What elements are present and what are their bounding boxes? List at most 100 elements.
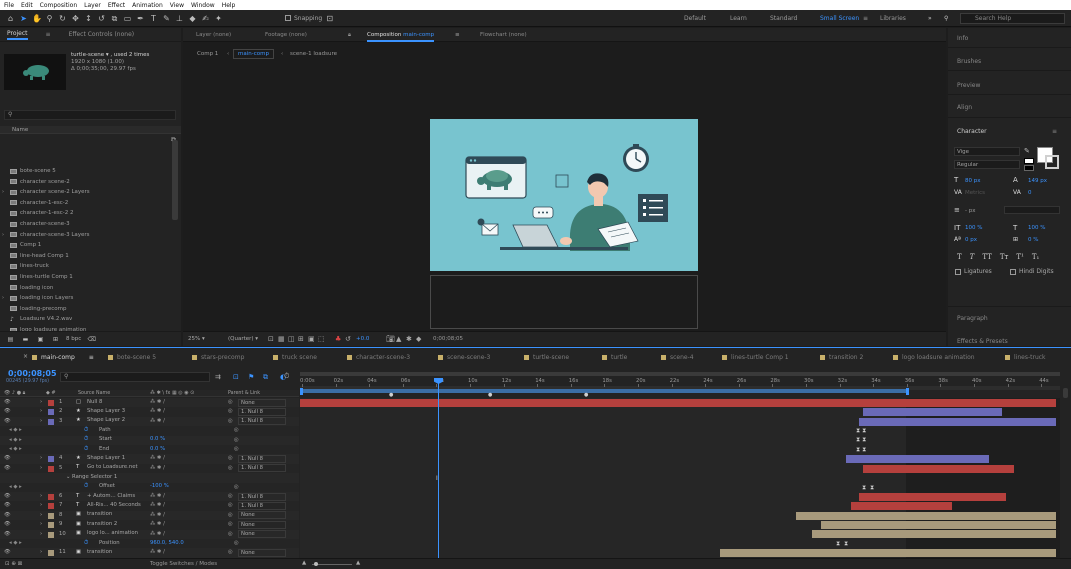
parent-select[interactable]: 1. Null 8 <box>238 464 286 473</box>
exposure-value[interactable]: +0.0 <box>356 336 369 342</box>
keyframe-nav-icon[interactable]: ◂ ◆ ▸ <box>9 427 22 433</box>
faux-bold-button[interactable]: T <box>957 253 962 261</box>
project-item[interactable]: lines-turtle Comp 1 <box>10 272 73 282</box>
leading-value[interactable]: 149 px <box>1028 178 1047 184</box>
twirl-arrow-icon[interactable]: › <box>40 549 42 555</box>
color-picker-icon[interactable]: ✱ <box>406 335 412 343</box>
layer-switches-icon[interactable]: ⁂ ✱ / <box>150 408 165 414</box>
pen-tool-icon[interactable]: ✒ <box>136 14 145 23</box>
show-snapshot-icon[interactable]: ▲ <box>396 335 401 343</box>
twirl-arrow-icon[interactable]: › <box>40 418 42 424</box>
layer-duration-bar[interactable] <box>859 492 1006 501</box>
twirl-arrow-icon[interactable]: › <box>40 502 42 508</box>
menu-help[interactable]: Help <box>222 2 236 9</box>
hindi-digits-option[interactable]: Hindi Digits <box>1010 268 1054 275</box>
layer-row[interactable]: 👁︎ › 4 ★ ⁂ ✱ / ◎ 1. Null 8 Shape Layer 1 <box>0 454 299 464</box>
mask-visibility-icon[interactable]: ◫ <box>288 335 295 343</box>
toggle-switches-modes[interactable]: Toggle Switches / Modes <box>150 561 217 567</box>
parent-select[interactable]: 1. Null 8 <box>238 454 286 463</box>
layer-duration-bar[interactable] <box>862 408 1003 417</box>
breadcrumb-main-comp[interactable]: main-comp <box>233 49 274 59</box>
search-icon[interactable]: ⚲ <box>944 10 948 27</box>
snapshot-icon[interactable]: 📷︎ <box>386 335 395 343</box>
layer-duration-bar[interactable] <box>820 521 1056 529</box>
resolution-select[interactable]: (Quarter) ▾ <box>228 336 258 342</box>
brush-tool-icon[interactable]: ✎ <box>162 14 171 23</box>
menu-effect[interactable]: Effect <box>108 2 125 9</box>
project-item[interactable]: › character-scene-3 Layers <box>2 230 90 240</box>
snapping-toggle[interactable]: Snapping ⊡ <box>285 14 334 23</box>
layer-switches-icon[interactable]: ⁂ ✱ / <box>150 502 165 508</box>
type-tool-icon[interactable]: T <box>149 14 158 23</box>
menu-view[interactable]: View <box>170 2 184 9</box>
visibility-eye-icon[interactable]: 👁︎ <box>4 549 11 555</box>
marker-icon[interactable]: ● <box>389 392 393 398</box>
label-color-swatch[interactable] <box>48 531 54 538</box>
layer-duration-bar[interactable] <box>720 549 1056 558</box>
camera-tool-icon[interactable]: ⧉ <box>110 14 119 23</box>
selection-tool-icon[interactable]: ➤ <box>19 14 28 23</box>
color-channels-icon[interactable]: ♣ <box>335 335 341 343</box>
layer-switches-icon[interactable]: ⁂ ✱ / <box>150 531 165 537</box>
pick-whip-icon[interactable]: ◎ <box>228 521 233 527</box>
workspace-standard[interactable]: Standard <box>770 10 797 27</box>
graph-icon[interactable]: ◎ <box>234 484 239 490</box>
parent-select[interactable]: None <box>238 398 286 407</box>
layer-switches-icon[interactable]: ⁂ ✱ / <box>150 493 165 499</box>
zoom-slider-track[interactable] <box>312 564 352 565</box>
keyframe-icon[interactable]: ⧗ ⧗ <box>836 540 848 548</box>
keyframe-icon[interactable]: ⧗ ⧗ <box>856 436 866 444</box>
project-scrollbar[interactable] <box>172 140 178 220</box>
timeline-tab[interactable]: turtle-scene <box>524 352 569 363</box>
project-item[interactable]: character-1-esc-2 <box>10 198 68 208</box>
rectangle-tool-icon[interactable]: ▭ <box>123 14 132 23</box>
keyframe-nav-icon[interactable]: ◂ ◆ ▸ <box>9 540 22 546</box>
graph-icon[interactable]: ◎ <box>234 437 239 443</box>
black-swatch[interactable] <box>1024 165 1034 171</box>
label-color-swatch[interactable] <box>48 494 54 500</box>
zoom-tool-icon[interactable]: ⚲ <box>45 14 54 23</box>
pick-whip-icon[interactable]: ◎ <box>228 455 233 461</box>
visibility-eye-icon[interactable]: 👁︎ <box>4 455 11 461</box>
composition-menu-icon[interactable]: ≡ <box>455 32 460 38</box>
no-fill-swatch[interactable] <box>1024 158 1034 164</box>
baseline-shift-value[interactable]: 0 px <box>965 237 977 243</box>
graph-editor-icon[interactable]: ⏱ <box>284 372 289 381</box>
twirl-arrow-icon[interactable]: › <box>40 465 42 471</box>
source-name-header[interactable]: Source Name <box>78 391 110 396</box>
timeline-tab[interactable]: scene-4 <box>661 352 694 363</box>
font-size-value[interactable]: 80 px <box>965 178 981 184</box>
ligatures-checkbox[interactable] <box>955 268 961 275</box>
zoom-select[interactable]: 25% ▾ <box>188 336 205 342</box>
reset-exposure-icon[interactable]: ↺ <box>345 335 351 343</box>
draft-3d-icon[interactable]: ◆ <box>416 335 421 343</box>
workspace-libraries[interactable]: Libraries <box>880 10 906 27</box>
project-item[interactable]: › character scene-2 Layers <box>2 187 90 197</box>
property-row[interactable]: ⏱ ◂ ◆ ▸ ◎ End 0.0 % <box>0 445 299 455</box>
panel-effects-presets[interactable]: Effects & Presets <box>957 338 1008 345</box>
label-color-swatch[interactable] <box>48 522 54 529</box>
breadcrumb-scene[interactable]: scene-1 loadsure <box>290 51 337 57</box>
timeline-tab[interactable]: scene-scene-3 <box>438 352 490 363</box>
new-comp-icon[interactable]: ▣ <box>36 335 45 344</box>
timeline-tab[interactable]: character-scene-3 <box>347 352 410 363</box>
project-item[interactable]: bote-scene 5 <box>10 166 56 176</box>
pick-whip-icon[interactable]: ◎ <box>228 493 233 499</box>
layer-row[interactable]: 👁︎ › 3 ★ ⁂ ✱ / ◎ 1. Null 8 Shape Layer 2 <box>0 416 299 427</box>
stroke-color-swatch[interactable] <box>1045 155 1059 169</box>
menu-window[interactable]: Window <box>191 2 215 9</box>
property-row[interactable]: ⏱ ◂ ◆ ▸ ◎ Offset -100 % <box>0 482 299 492</box>
property-value[interactable]: 960.0, 540.0 <box>150 540 184 546</box>
graph-icon[interactable]: ◎ <box>234 540 239 546</box>
menu-composition[interactable]: Composition <box>40 2 77 9</box>
panel-brushes[interactable]: Brushes <box>957 58 981 65</box>
property-row[interactable]: ⌄ Range Selector 1 <box>0 473 299 483</box>
keyframe-icon[interactable]: ⧗ ⧗ <box>856 427 866 435</box>
property-value[interactable]: -100 % <box>150 483 169 489</box>
tab-footage[interactable]: Footage (none) <box>265 32 307 38</box>
menu-edit[interactable]: Edit <box>21 2 33 9</box>
timeline-menu-icon[interactable]: ≡ <box>89 354 94 361</box>
project-item[interactable]: line-head Comp 1 <box>10 251 69 261</box>
region-of-interest-icon[interactable]: ⊡ <box>268 335 274 343</box>
puppet-tool-icon[interactable]: ✦ <box>214 14 223 23</box>
